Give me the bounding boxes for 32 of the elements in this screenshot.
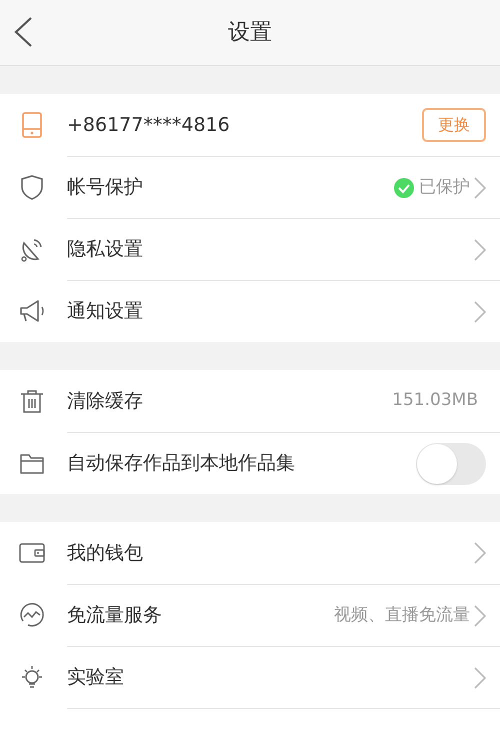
settings-row[interactable]: 免流量服务 视频、直播免流量 xyxy=(0,584,500,646)
row-label: 实验室 xyxy=(67,665,124,690)
chevron-icon xyxy=(474,176,486,198)
settings-row[interactable]: 自动保存作品到本地作品集 xyxy=(0,432,500,494)
row-label: 隐私设置 xyxy=(67,237,143,262)
row-value: 已保护 xyxy=(419,176,470,199)
back-icon[interactable] xyxy=(12,16,34,48)
settings-row[interactable]: 通知设置 xyxy=(0,280,500,342)
settings-row[interactable]: 清除缓存 151.03MB xyxy=(0,370,500,432)
row-label: 我的钱包 xyxy=(67,540,143,566)
chevron-icon xyxy=(474,542,486,564)
settings-row[interactable]: 隐私设置 xyxy=(0,218,500,280)
chevron-icon xyxy=(474,300,486,322)
row-label: 清除缓存 xyxy=(67,388,143,414)
row-value: 视频、直播免流量 xyxy=(334,604,470,627)
chevron-icon xyxy=(474,666,486,688)
chevron-icon xyxy=(474,604,486,626)
row-label: 免流量服务 xyxy=(67,603,162,628)
toggle-switch[interactable] xyxy=(416,442,486,484)
chevron-icon xyxy=(474,238,486,260)
settings-row[interactable]: 帐号保护 已保护 xyxy=(0,156,500,218)
row-label: +86177****4816 xyxy=(67,112,230,138)
row-value: 151.03MB xyxy=(392,389,478,412)
row-label: 通知设置 xyxy=(67,299,143,324)
settings-row[interactable]: 实验室 xyxy=(0,646,500,708)
settings-row[interactable]: 我的钱包 xyxy=(0,522,500,584)
pulse-circle-icon xyxy=(18,601,46,629)
row-label: 自动保存作品到本地作品集 xyxy=(67,451,295,476)
settings-row[interactable]: +86177****4816 更换 xyxy=(0,94,500,156)
megaphone-icon xyxy=(18,297,46,325)
row-label: 帐号保护 xyxy=(67,175,143,200)
page-title: 设置 xyxy=(228,19,272,47)
